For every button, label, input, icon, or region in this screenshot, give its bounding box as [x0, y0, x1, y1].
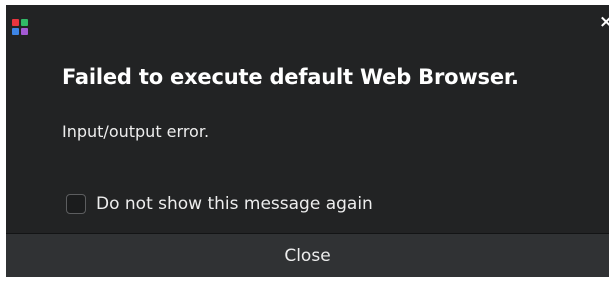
error-dialog: × Failed to execute default Web Browser.…	[6, 5, 609, 277]
app-grid-icon	[12, 19, 28, 35]
app-icon-blue-square	[12, 28, 19, 35]
dont-show-again-checkbox[interactable]	[66, 194, 86, 214]
dont-show-again-option[interactable]: Do not show this message again	[66, 192, 373, 216]
dialog-title: Failed to execute default Web Browser.	[62, 65, 519, 89]
app-icon-red-square	[12, 19, 19, 26]
app-icon-purple-square	[21, 28, 28, 35]
dialog-footer: Close	[6, 233, 609, 277]
close-button[interactable]: Close	[6, 234, 609, 277]
dont-show-again-label[interactable]: Do not show this message again	[96, 194, 373, 214]
app-icon-green-square	[21, 19, 28, 26]
close-icon[interactable]: ×	[599, 13, 609, 31]
error-message: Input/output error.	[62, 122, 210, 141]
